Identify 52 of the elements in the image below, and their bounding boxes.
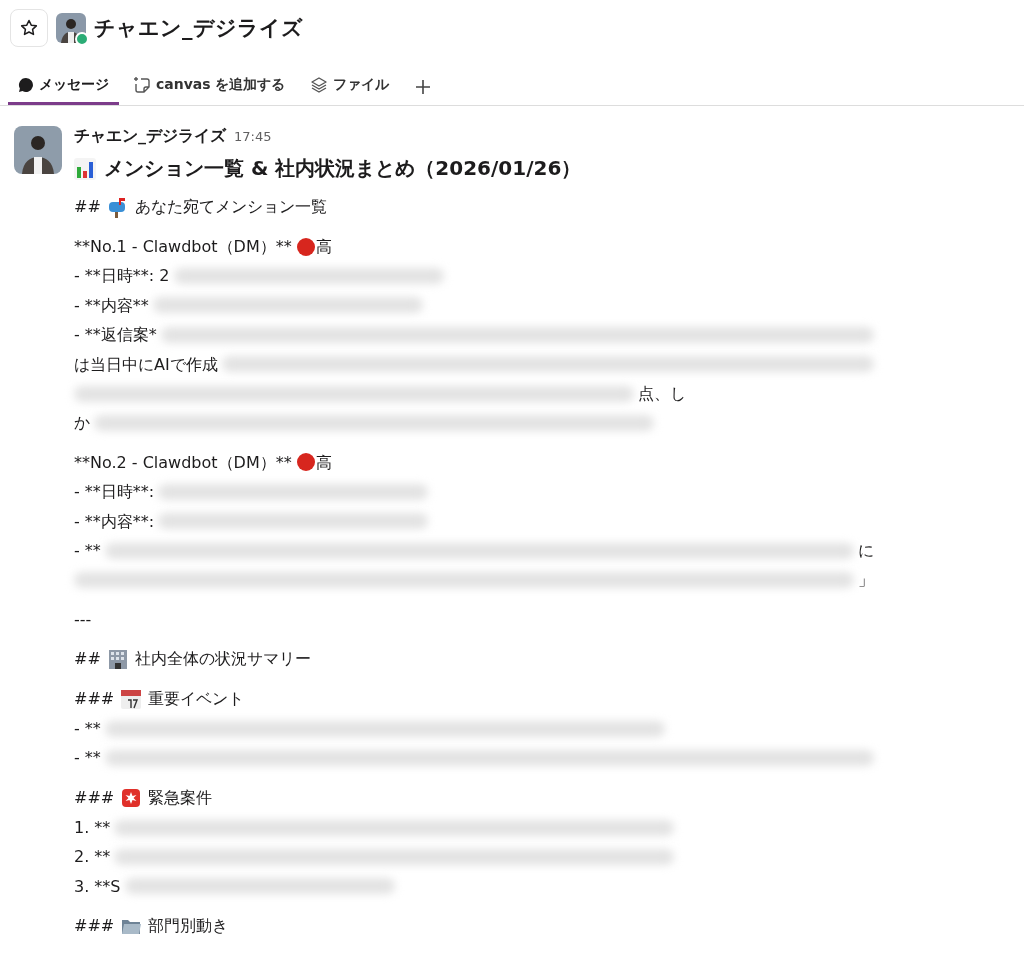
author-name[interactable]: チャエン_デジライズ [74, 126, 226, 147]
line-text: 」 [858, 569, 874, 592]
line-text: 3. **S [74, 875, 121, 898]
heading-marker: ### [74, 688, 115, 711]
add-canvas-icon [133, 76, 151, 94]
line-text: に [858, 539, 874, 562]
line-text: 2. ** [74, 846, 111, 869]
tab[interactable]: canvas を追加する [123, 68, 296, 105]
tab[interactable]: ファイル [299, 68, 399, 105]
item-title: **No.1 - Clawdbot（DM）** [74, 236, 292, 258]
line-text: - **日時**: 2 [74, 265, 170, 288]
line-text: は当日中にAIで作成 [74, 353, 218, 376]
heading-text: 部門別動き [148, 915, 229, 938]
heading-marker: ### [74, 915, 115, 938]
line-text: - **内容**: [74, 510, 155, 533]
heading-marker: ## [74, 196, 101, 218]
line-text: - **日時**: [74, 481, 155, 504]
heading-text: 緊急案件 [148, 786, 213, 809]
line-text: - ** [74, 718, 101, 741]
plus-icon [414, 78, 431, 95]
building-icon [106, 648, 129, 671]
star-button[interactable] [10, 9, 48, 47]
siren-icon [120, 786, 143, 809]
heading-text: 社内全体の状況サマリー [134, 648, 311, 671]
timestamp[interactable]: 17:45 [234, 129, 272, 144]
bar-chart-icon [74, 157, 96, 180]
priority-label: 高 [315, 236, 332, 258]
line-text: - ** [74, 747, 101, 770]
layers-icon [309, 76, 328, 94]
item-title: **No.2 - Clawdbot（DM）** [74, 451, 292, 474]
chat-bubble-icon [18, 77, 34, 93]
line-text: か [74, 412, 90, 435]
rule-text: --- [74, 608, 92, 631]
message-title: メンション一覧 & 社内状況まとめ（2026/01/26） [104, 155, 582, 182]
channel-title[interactable]: チャエン_デジライズ [94, 14, 303, 42]
heading-marker: ## [74, 648, 101, 671]
priority-dot-icon [295, 236, 316, 257]
user-avatar[interactable] [14, 126, 62, 174]
calendar-icon [120, 688, 143, 711]
star-icon [19, 18, 39, 38]
line-text: - ** [74, 539, 101, 562]
priority-dot-icon [295, 452, 316, 473]
line-text: - **内容** [74, 294, 149, 317]
line-text: 点、し [638, 382, 686, 405]
heading-marker: ### [74, 786, 115, 809]
line-text: - **返信案* [74, 324, 157, 347]
priority-label: 高 [315, 451, 332, 474]
avatar-icon [56, 13, 86, 43]
heading-text: 重要イベント [148, 688, 245, 711]
tab[interactable]: メッセージ [8, 68, 119, 105]
heading-text: あなた宛てメンション一覧 [134, 196, 327, 218]
line-text: 1. ** [74, 816, 111, 839]
